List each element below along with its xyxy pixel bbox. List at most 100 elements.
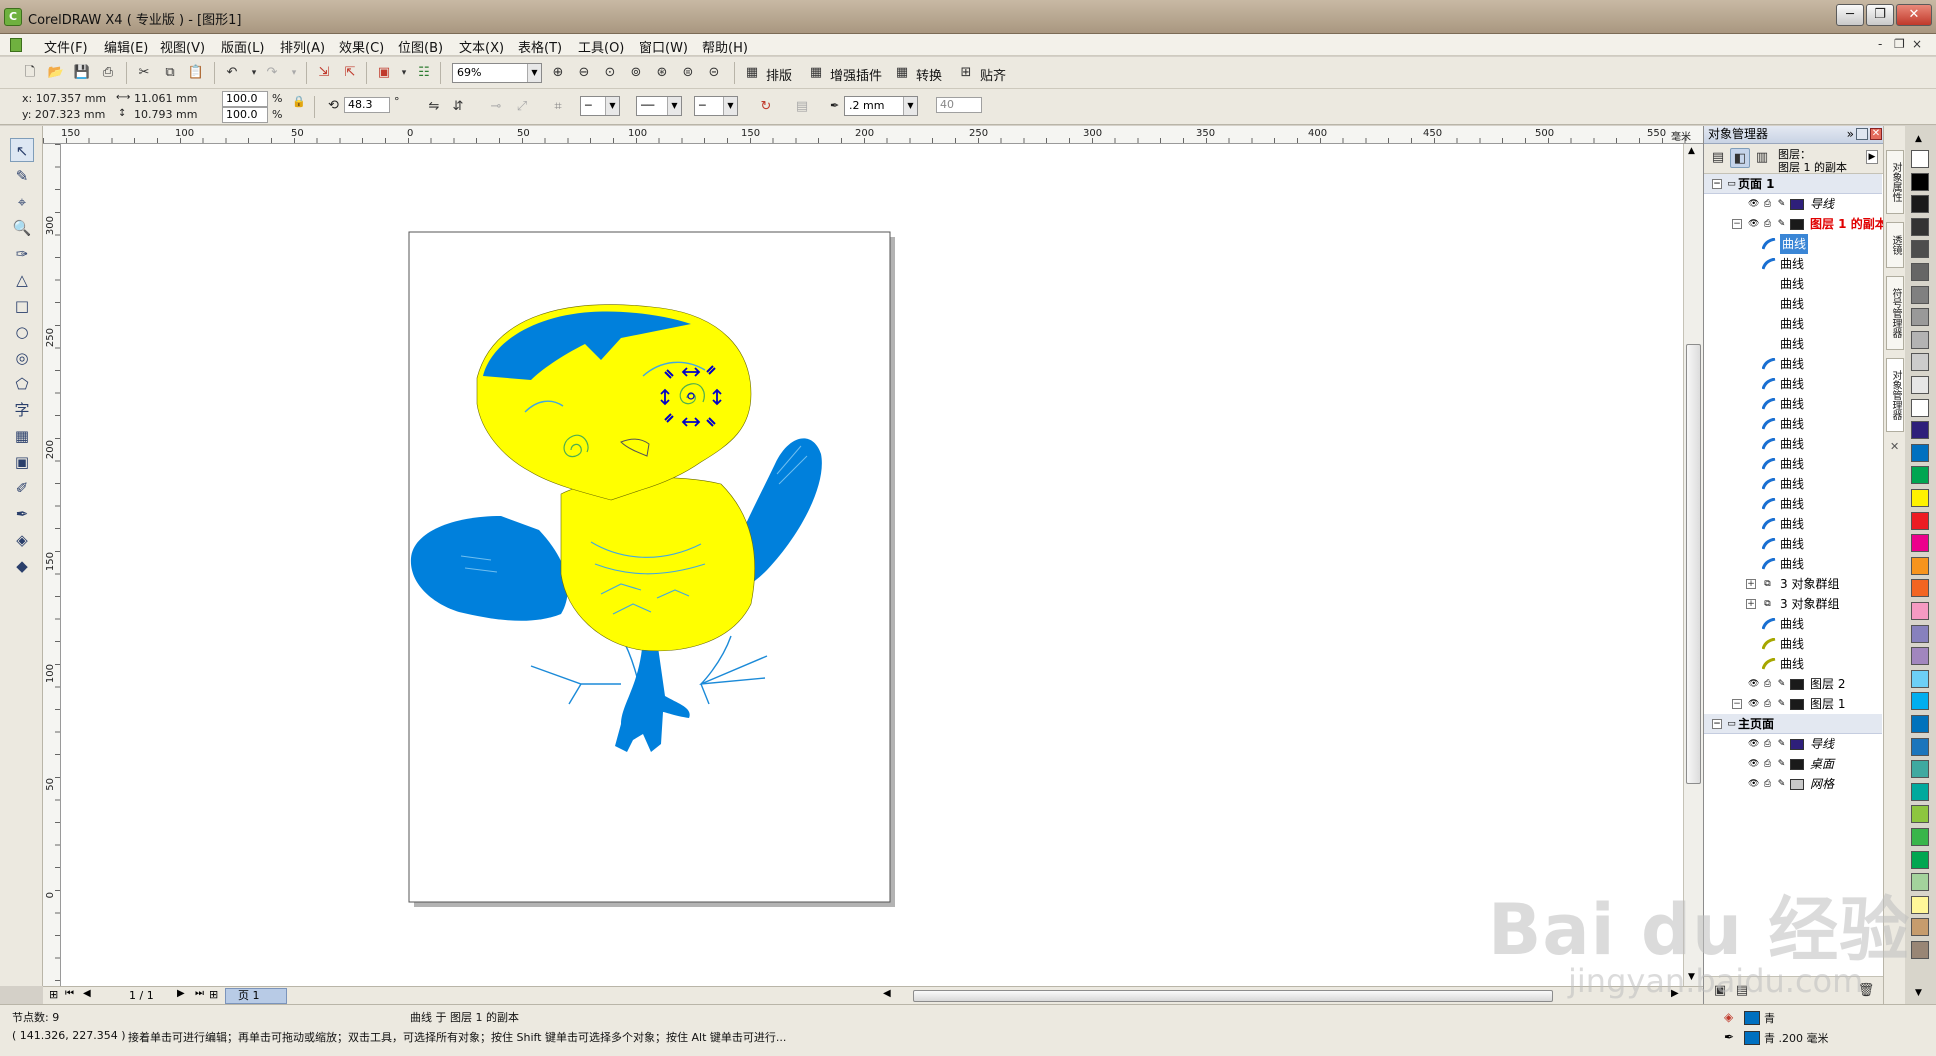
zoom-level-select[interactable]: 69% ▼ <box>452 63 542 83</box>
export-icon[interactable]: ⇱ <box>340 63 360 83</box>
document-icon[interactable] <box>10 38 22 52</box>
tree-layer-row[interactable]: − 👁 ⎙ ✎ 图层 1 <box>1704 694 1882 714</box>
shape-tool-icon[interactable]: ✎ <box>10 164 34 188</box>
eyedropper-tool-icon[interactable]: ✐ <box>10 476 34 500</box>
zoom-in-icon[interactable]: ⊕ <box>548 63 568 83</box>
convert-icon[interactable]: ▦ <box>892 63 912 83</box>
tree-curve-row[interactable]: 曲线 <box>1704 514 1882 534</box>
eye-icon[interactable]: 👁 <box>1748 759 1759 769</box>
printer-icon[interactable]: ⎙ <box>1762 219 1773 229</box>
redo-icon[interactable]: ↷ <box>262 63 282 83</box>
palette-color-swatch[interactable] <box>1911 330 1929 349</box>
tree-curve-row[interactable]: 曲线 <box>1704 494 1882 514</box>
enhance-plugin-button[interactable]: 增强插件 <box>830 65 882 84</box>
eye-icon[interactable]: 👁 <box>1748 699 1759 709</box>
pencil-icon[interactable]: ✎ <box>1776 699 1787 709</box>
palette-color-swatch[interactable] <box>1911 285 1929 304</box>
pencil-icon[interactable]: ✎ <box>1776 779 1787 789</box>
menu-file[interactable]: 文件(F) <box>44 37 88 56</box>
nib-size-field[interactable]: 40 <box>936 97 982 113</box>
docker-menu-arrow-icon[interactable]: ▶ <box>1866 150 1878 164</box>
typeset-icon[interactable]: ▦ <box>742 63 762 83</box>
palette-color-swatch[interactable] <box>1911 534 1929 553</box>
printer-icon[interactable]: ⎙ <box>1762 739 1773 749</box>
tree-curve-row[interactable]: 曲线 <box>1704 554 1882 574</box>
extend-curve-icon[interactable]: ⤢ <box>512 97 532 117</box>
layer-color-swatch[interactable] <box>1790 699 1804 710</box>
zoom-selected-icon[interactable]: ⊙ <box>600 63 620 83</box>
menu-layout[interactable]: 版面(L) <box>221 37 264 56</box>
outline-width-select[interactable]: .2 mm ▼ <box>844 96 918 116</box>
eye-icon[interactable]: 👁 <box>1748 779 1759 789</box>
pencil-icon[interactable]: ✎ <box>1776 759 1787 769</box>
palette-color-swatch[interactable] <box>1911 737 1929 756</box>
zoom-width-icon[interactable]: ⊜ <box>678 63 698 83</box>
outline-color-swatch[interactable] <box>1744 1031 1760 1045</box>
open-folder-icon[interactable]: 📂 <box>46 63 66 83</box>
menu-tools[interactable]: 工具(O) <box>578 37 624 56</box>
eye-icon[interactable]: 👁 <box>1748 679 1759 689</box>
zoom-tool-icon[interactable]: 🔍 <box>10 216 34 240</box>
copy-icon[interactable]: ⧉ <box>160 63 180 83</box>
tree-layer-row[interactable]: − 👁 ⎙ ✎ 图层 1 的副本 <box>1704 214 1887 234</box>
horizontal-scrollbar-thumb[interactable] <box>913 990 1553 1002</box>
horizontal-ruler[interactable]: 150 100 50 0 50 100 150 200 250 300 350 … <box>43 126 1703 144</box>
basic-shapes-tool-icon[interactable]: ⬠ <box>10 372 34 396</box>
palette-scroll-up-icon[interactable]: ▲ <box>1915 134 1922 144</box>
x-position-field[interactable]: x: 107.357 mm <box>22 92 106 105</box>
collapse-icon[interactable]: − <box>1732 699 1742 709</box>
minimize-button[interactable]: ─ <box>1836 4 1864 26</box>
mirror-vertical-icon[interactable]: ⇵ <box>448 97 468 117</box>
outline-tool-icon[interactable]: ✒ <box>10 502 34 526</box>
menu-text[interactable]: 文本(X) <box>459 37 504 56</box>
palette-color-swatch[interactable] <box>1911 489 1929 507</box>
pencil-icon[interactable]: ✎ <box>1776 199 1787 209</box>
palette-color-swatch[interactable] <box>1911 217 1929 236</box>
pick-tool-icon[interactable]: ↖ <box>10 138 34 162</box>
doc-close-button[interactable]: × <box>1912 37 1922 51</box>
palette-color-swatch[interactable] <box>1911 308 1929 327</box>
menu-arrange[interactable]: 排列(A) <box>280 37 325 56</box>
printer-icon[interactable]: ⎙ <box>1762 779 1773 789</box>
tree-section-row[interactable]: − ▭ 主页面 <box>1704 714 1882 734</box>
chevron-down-icon[interactable]: ▼ <box>667 97 681 115</box>
palette-color-swatch[interactable] <box>1911 715 1929 733</box>
crop-tool-icon[interactable]: ⌖ <box>10 190 34 214</box>
ellipse-tool-icon[interactable]: ○ <box>10 320 34 344</box>
enhance-plugin-icon[interactable]: ▦ <box>806 63 826 83</box>
snap-icon[interactable]: ⊞ <box>956 63 976 83</box>
layer-color-swatch[interactable] <box>1790 219 1804 230</box>
start-arrowhead-select[interactable]: ─ ▼ <box>580 96 620 116</box>
palette-color-swatch[interactable] <box>1911 195 1929 214</box>
mirror-horizontal-icon[interactable]: ⇋ <box>424 97 444 117</box>
docker-minimize-icon[interactable] <box>1856 128 1868 140</box>
tree-group-row[interactable]: + ⧉ 3 对象群组 <box>1704 594 1882 614</box>
palette-color-swatch[interactable] <box>1911 263 1929 281</box>
chevron-down-icon[interactable]: ▼ <box>903 97 917 115</box>
tree-layer-row[interactable]: 👁 ⎙ ✎ 桌面 <box>1704 754 1882 774</box>
tree-curve-row[interactable]: 曲线 <box>1704 634 1882 654</box>
object-height-field[interactable]: 10.793 mm <box>134 108 197 121</box>
spiral-tool-icon[interactable]: ◎ <box>10 346 34 370</box>
palette-color-swatch[interactable] <box>1911 466 1929 485</box>
wrap-text-icon[interactable]: ▤ <box>792 97 812 117</box>
prev-page-icon[interactable]: ◀ <box>83 988 91 999</box>
eye-icon[interactable]: 👁 <box>1748 739 1759 749</box>
collapse-docker-icon[interactable]: » <box>1847 126 1854 143</box>
palette-color-swatch[interactable] <box>1911 150 1929 168</box>
palette-color-swatch[interactable] <box>1911 376 1929 394</box>
palette-color-swatch[interactable] <box>1911 647 1929 666</box>
tree-layer-row[interactable]: 👁 ⎙ ✎ 导线 <box>1704 194 1882 214</box>
chevron-down-icon[interactable]: ▼ <box>605 97 619 115</box>
tree-layer-row[interactable]: 👁 ⎙ ✎ 导线 <box>1704 734 1882 754</box>
line-style-select[interactable]: ── ▼ <box>636 96 682 116</box>
tree-curve-row[interactable]: 曲线 <box>1704 294 1882 314</box>
tree-curve-row[interactable]: 曲线 <box>1704 474 1882 494</box>
doc-minimize-button[interactable]: - <box>1878 37 1882 51</box>
layer-color-swatch[interactable] <box>1790 679 1804 690</box>
tree-curve-row[interactable]: 曲线 <box>1704 534 1882 554</box>
palette-color-swatch[interactable] <box>1911 172 1929 191</box>
layer-color-swatch[interactable] <box>1790 779 1804 790</box>
menu-effects[interactable]: 效果(C) <box>339 37 384 56</box>
cut-icon[interactable]: ✂ <box>134 63 154 83</box>
